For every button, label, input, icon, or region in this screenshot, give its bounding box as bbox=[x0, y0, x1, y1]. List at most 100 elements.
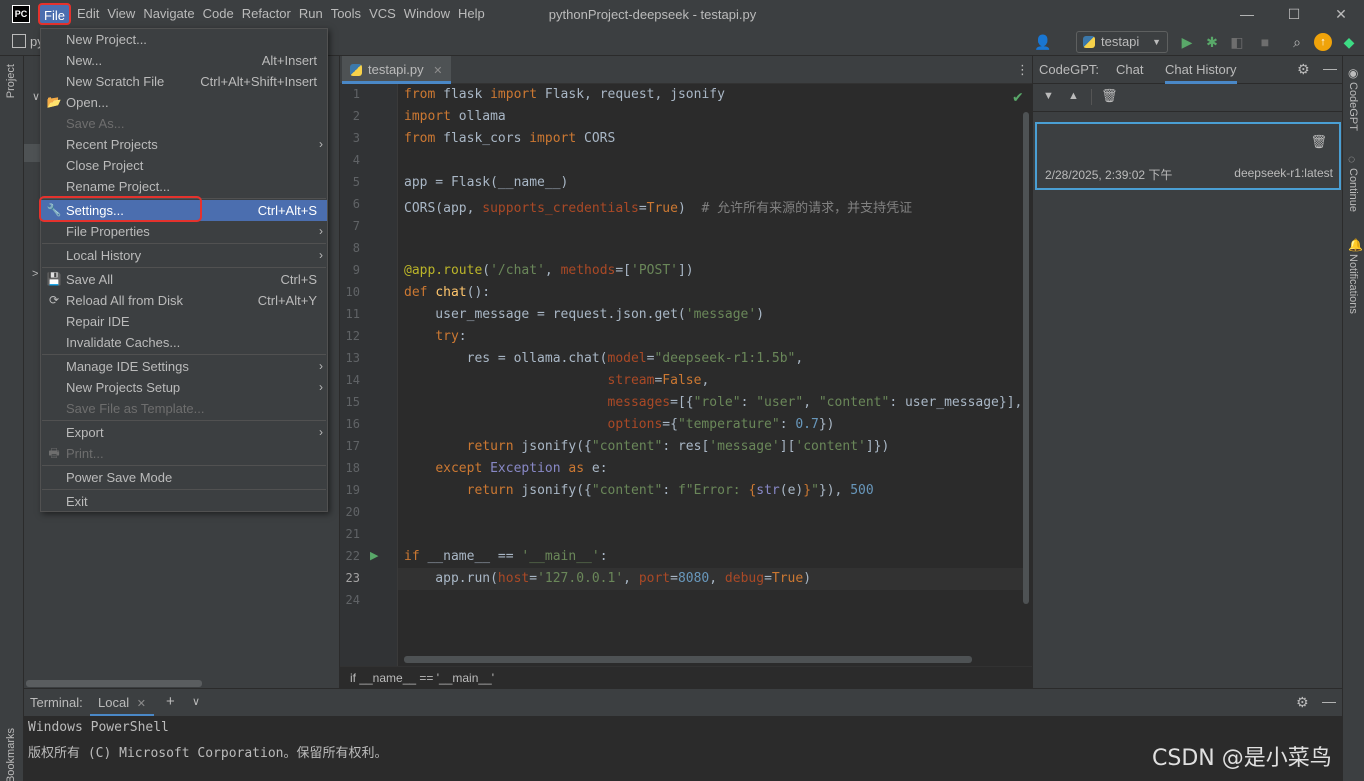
gear-icon[interactable]: ⚙ bbox=[1296, 694, 1309, 711]
breadcrumb[interactable]: if __name__ == '__main__' bbox=[340, 666, 1032, 688]
menu-new[interactable]: New... Alt+Insert bbox=[41, 50, 327, 71]
bookmarks-tool-tab[interactable]: Bookmarks bbox=[5, 728, 17, 781]
menu-window[interactable]: Window bbox=[400, 3, 454, 25]
menu-help[interactable]: Help bbox=[454, 3, 489, 25]
menu-new-project[interactable]: New Project... bbox=[41, 29, 327, 50]
delete-history-icon[interactable]: 🗑 bbox=[1310, 134, 1327, 150]
menu-open[interactable]: 📂 Open... bbox=[41, 92, 327, 113]
coverage-icon[interactable]: ◧ bbox=[1228, 33, 1246, 51]
editor-vertical-scrollbar[interactable] bbox=[1023, 112, 1029, 604]
close-tab-icon[interactable]: ✕ bbox=[137, 698, 146, 710]
editor-horizontal-scrollbar[interactable] bbox=[404, 656, 972, 663]
menu-vcs[interactable]: VCS bbox=[365, 3, 400, 25]
menu-tools[interactable]: Tools bbox=[327, 3, 365, 25]
chevron-right-icon: › bbox=[319, 380, 323, 394]
chevron-down-icon[interactable]: ∨ bbox=[192, 695, 200, 708]
line-number: 17 bbox=[345, 439, 360, 453]
menu-run[interactable]: Run bbox=[295, 3, 327, 25]
maximize-button[interactable]: ☐ bbox=[1271, 0, 1317, 28]
continue-tool-tab[interactable]: Continue bbox=[1347, 168, 1359, 212]
add-terminal-icon[interactable]: + bbox=[166, 693, 175, 710]
expand-down-icon[interactable]: ▼ bbox=[1043, 90, 1054, 102]
menu-edit[interactable]: Edit bbox=[73, 3, 103, 25]
collapse-up-icon[interactable]: ▲ bbox=[1068, 90, 1079, 102]
minimize-panel-icon[interactable]: — bbox=[1322, 693, 1336, 709]
close-window-button[interactable]: ✕ bbox=[1318, 0, 1364, 28]
codegpt-actions: ▼ ▲ 🗑 bbox=[1033, 84, 1342, 112]
menu-refactor[interactable]: Refactor bbox=[238, 3, 295, 25]
run-icon[interactable]: ▶ bbox=[1178, 33, 1196, 51]
code-line: try: bbox=[435, 329, 467, 344]
menu-file-properties[interactable]: File Properties › bbox=[41, 221, 327, 242]
menu-invalidate-caches[interactable]: Invalidate Caches... bbox=[41, 332, 327, 353]
minimize-button[interactable]: — bbox=[1224, 0, 1270, 28]
tree-expand-icon[interactable]: ∨ bbox=[32, 90, 40, 103]
menu-local-history[interactable]: Local History › bbox=[41, 245, 327, 266]
no-problems-check-icon[interactable]: ✔ bbox=[1012, 90, 1024, 106]
menu-file[interactable]: File bbox=[38, 3, 71, 25]
code-line: user_message = request.json.get('message… bbox=[404, 307, 765, 322]
menu-bar: File Edit View Navigate Code Refactor Ru… bbox=[38, 0, 489, 28]
codegpt-tool-tab[interactable]: CodeGPT bbox=[1347, 82, 1359, 131]
menu-repair-ide[interactable]: Repair IDE bbox=[41, 311, 327, 332]
left-tool-strip: Project Bookmarks bbox=[0, 56, 24, 781]
run-gutter-icon[interactable]: ▶ bbox=[370, 549, 378, 562]
print-icon: 🖶 bbox=[48, 446, 60, 460]
notifications-tool-tab[interactable]: Notifications bbox=[1347, 254, 1359, 314]
menu-code[interactable]: Code bbox=[199, 3, 238, 25]
more-tabs-icon[interactable]: ⋮ bbox=[1016, 62, 1029, 78]
history-model: deepseek-r1:latest bbox=[1234, 166, 1333, 180]
stop-icon[interactable]: ■ bbox=[1256, 33, 1274, 51]
chevron-right-icon: › bbox=[319, 425, 323, 439]
run-config-label: testapi bbox=[1101, 34, 1140, 49]
line-number: 16 bbox=[345, 417, 360, 431]
terminal-output[interactable]: Windows PowerShell 版权所有 (C) Microsoft Co… bbox=[24, 716, 1342, 781]
project-tool-tab[interactable]: Project bbox=[5, 64, 17, 98]
settings-annotation-highlight bbox=[39, 196, 202, 222]
project-folder-icon[interactable] bbox=[12, 34, 26, 48]
tree-selection bbox=[24, 144, 40, 162]
terminal-tab-local[interactable]: Local ✕ bbox=[90, 689, 154, 717]
trash-icon[interactable]: 🗑 bbox=[1101, 88, 1118, 104]
plugin-icon[interactable]: ◆ bbox=[1340, 33, 1358, 51]
menu-save-all[interactable]: 💾 Save All Ctrl+S bbox=[41, 269, 327, 290]
search-icon[interactable]: ⌕ bbox=[1288, 33, 1306, 51]
user-icon[interactable]: 👤 bbox=[1034, 33, 1052, 51]
menu-manage-ide-settings[interactable]: Manage IDE Settings › bbox=[41, 356, 327, 377]
line-number: 22 bbox=[345, 549, 360, 563]
menu-recent-projects[interactable]: Recent Projects › bbox=[41, 134, 327, 155]
menu-navigate[interactable]: Navigate bbox=[139, 3, 198, 25]
menu-close-project[interactable]: Close Project bbox=[41, 155, 327, 176]
tab-chat-history[interactable]: Chat History bbox=[1165, 56, 1237, 84]
line-number: 9 bbox=[352, 263, 360, 277]
minimize-panel-icon[interactable]: — bbox=[1323, 60, 1337, 76]
line-number: 23 bbox=[345, 571, 360, 585]
gear-icon[interactable]: ⚙ bbox=[1297, 61, 1310, 78]
line-number: 20 bbox=[345, 505, 360, 519]
menu-view[interactable]: View bbox=[103, 3, 139, 25]
tree-collapse-icon[interactable]: > bbox=[32, 268, 38, 280]
chevron-right-icon: › bbox=[319, 359, 323, 373]
python-icon bbox=[1083, 36, 1095, 48]
terminal-label: Terminal: bbox=[30, 695, 83, 710]
code-line: options={"temperature": 0.7}) bbox=[607, 417, 835, 432]
tab-testapi[interactable]: testapi.py ✕ bbox=[342, 56, 451, 84]
close-tab-icon[interactable]: ✕ bbox=[433, 65, 442, 77]
menu-new-scratch-file[interactable]: New Scratch File Ctrl+Alt+Shift+Insert bbox=[41, 71, 327, 92]
code-line: stream=False, bbox=[607, 373, 710, 388]
project-scrollbar[interactable] bbox=[26, 680, 202, 687]
menu-reload-all[interactable]: ⟳ Reload All from Disk Ctrl+Alt+Y bbox=[41, 290, 327, 311]
menu-rename-project[interactable]: Rename Project... bbox=[41, 176, 327, 197]
menu-new-projects-setup[interactable]: New Projects Setup › bbox=[41, 377, 327, 398]
code-editor[interactable]: 1 2 3 4 5 6 7 8 9 10 11 12 13 14 15 16 1… bbox=[340, 84, 1032, 666]
line-number: 1 bbox=[352, 87, 360, 101]
menu-exit[interactable]: Exit bbox=[41, 491, 327, 512]
run-config-selector[interactable]: testapi ▼ bbox=[1076, 31, 1168, 53]
tab-chat[interactable]: Chat bbox=[1116, 56, 1143, 84]
debug-icon[interactable]: ✱ bbox=[1203, 33, 1221, 51]
line-number: 14 bbox=[345, 373, 360, 387]
history-item[interactable]: 🗑 2/28/2025, 2:39:02 下午 deepseek-r1:late… bbox=[1035, 122, 1341, 190]
update-icon[interactable]: ↑ bbox=[1314, 33, 1332, 51]
menu-power-save-mode[interactable]: Power Save Mode bbox=[41, 467, 327, 488]
menu-export[interactable]: Export › bbox=[41, 422, 327, 443]
